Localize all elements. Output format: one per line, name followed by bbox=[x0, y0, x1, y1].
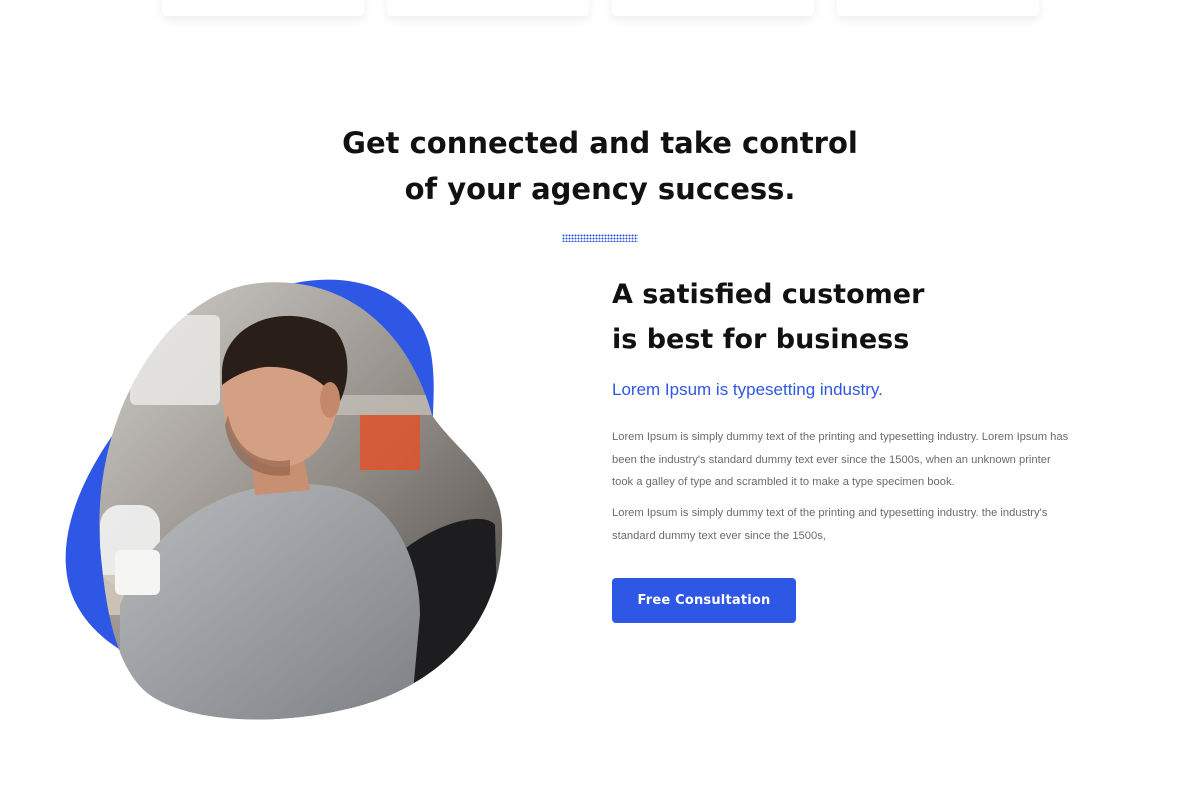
page: Get connected and take control of your a… bbox=[0, 0, 1200, 800]
top-card bbox=[612, 0, 814, 16]
section-title: Get connected and take control of your a… bbox=[0, 120, 1200, 212]
top-card bbox=[387, 0, 589, 16]
man-at-desk-image bbox=[65, 279, 503, 720]
section-title-line1: Get connected and take control bbox=[342, 126, 858, 160]
top-card bbox=[162, 0, 364, 16]
feature-title-line1: A satisfied customer bbox=[612, 279, 925, 310]
top-card bbox=[837, 0, 1039, 16]
top-card-row bbox=[162, 0, 1039, 18]
section-title-line2: of your agency success. bbox=[404, 172, 796, 206]
feature-paragraph: Lorem Ipsum is simply dummy text of the … bbox=[612, 431, 1069, 489]
free-consultation-button[interactable]: Free Consultation bbox=[612, 577, 796, 623]
feature-title: A satisfied customer is best for busines… bbox=[612, 272, 1072, 362]
hero-image bbox=[60, 275, 510, 725]
feature-subtitle: Lorem Ipsum is typesetting industry. bbox=[612, 380, 883, 399]
dotted-divider bbox=[562, 234, 638, 242]
feature-title-line2: is best for business bbox=[612, 324, 910, 355]
feature-content: A satisfied customer is best for busines… bbox=[612, 272, 1072, 623]
feature-paragraph: Lorem Ipsum is simply dummy text of the … bbox=[612, 507, 1048, 542]
